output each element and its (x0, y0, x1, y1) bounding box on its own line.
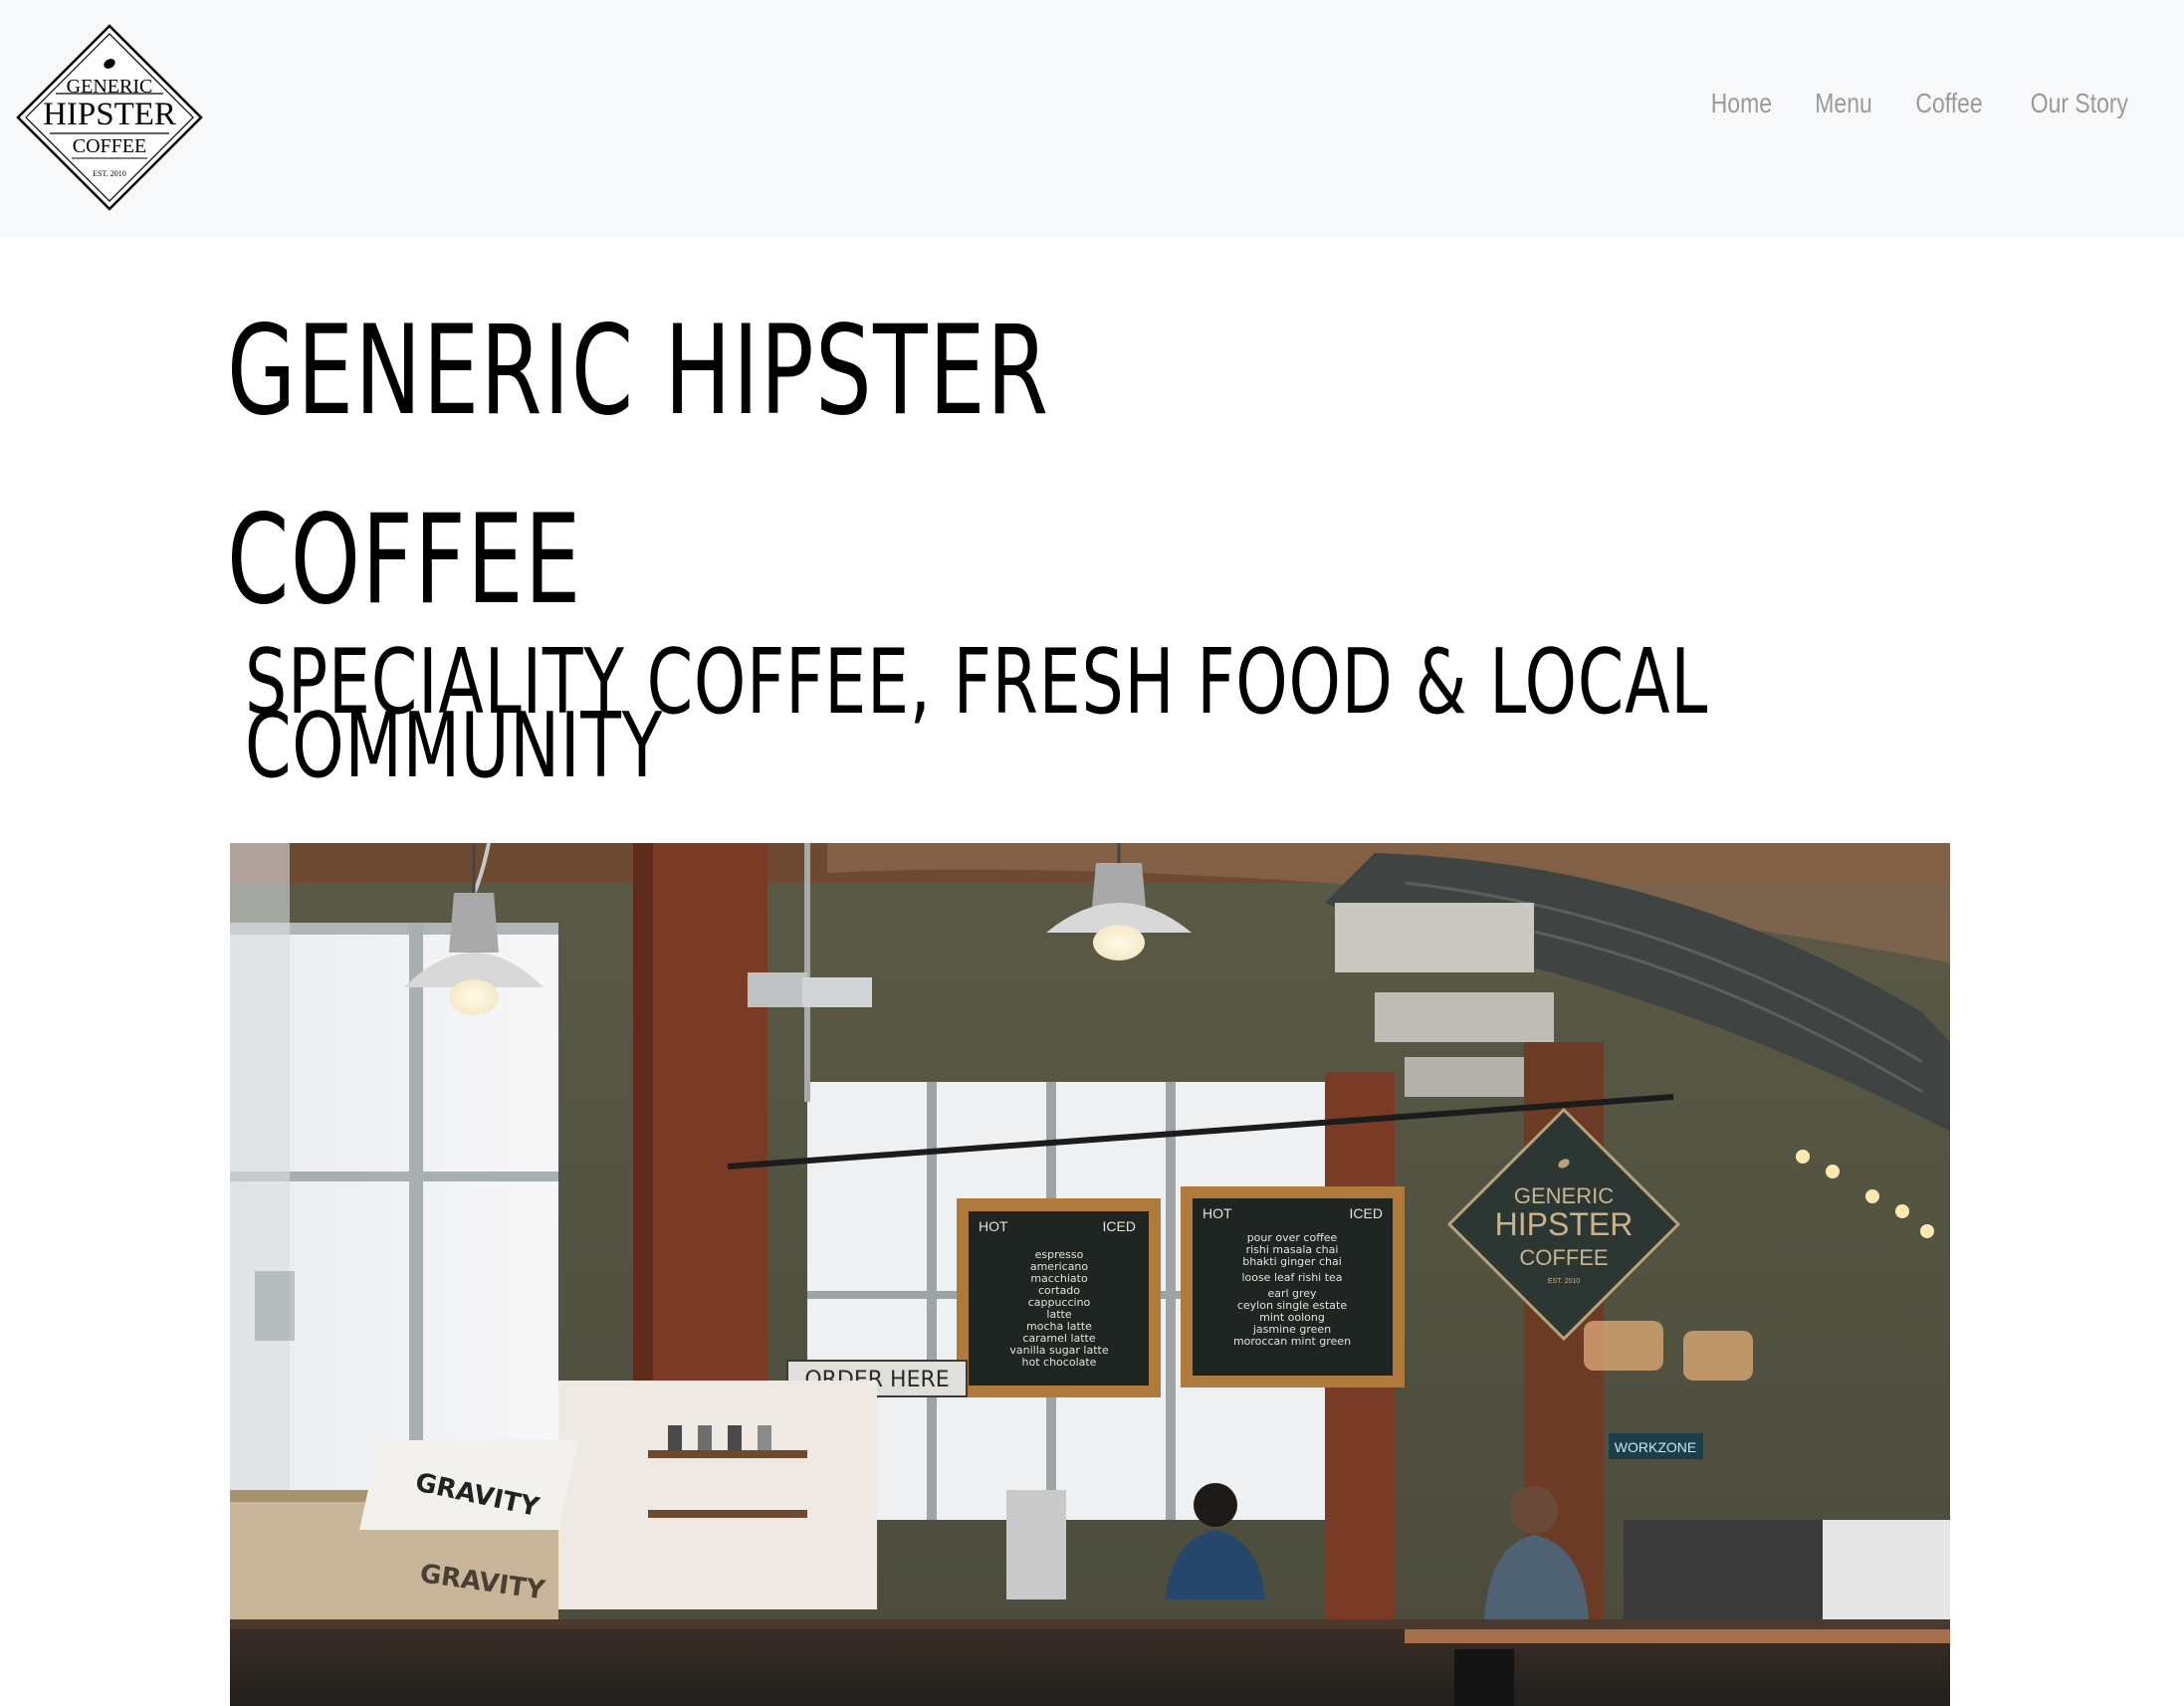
hero-tagline-line-2: COMMUNITY (245, 694, 664, 798)
nav-our-story-link[interactable]: Our Story (2019, 88, 2141, 119)
workzone-sign: WORKZONE (1615, 1439, 1696, 1455)
logo-line-1: GENERIC (67, 76, 153, 98)
menu-right-iced-label: ICED (1350, 1205, 1383, 1221)
logo-line-4: EST. 2010 (93, 169, 126, 178)
menu-right-item: moroccan mint green (1233, 1335, 1351, 1348)
nav-menu-link[interactable]: Menu (1803, 88, 1884, 119)
logo-line-3: COFFEE (73, 135, 146, 157)
hero-title-line-1: GENERIC HIPSTER (227, 300, 1050, 443)
sign-line-1: GENERIC (1514, 1183, 1614, 1208)
menu-right-hot-label: HOT (1202, 1205, 1232, 1221)
menu-right-item: loose leaf rishi tea (1241, 1271, 1342, 1284)
logo-line-2: HIPSTER (43, 97, 176, 132)
hero-tagline: SPECIALITY COFFEE, FRESH FOOD & LOCAL COM… (245, 638, 1708, 791)
menu-right-item: bhakti ginger chai (1242, 1255, 1342, 1268)
cafe-interior-photo: HOT ICED espresso americano macchiato co… (230, 843, 1950, 1706)
menu-left-iced-label: ICED (1103, 1218, 1136, 1234)
brand-logo[interactable]: GENERIC HIPSTER COFFEE EST. 2010 (14, 22, 205, 213)
main-nav: Home Menu Coffee Our Story (1689, 88, 2154, 119)
menu-left-item: hot chocolate (1022, 1356, 1097, 1369)
nav-home-link[interactable]: Home (1699, 88, 1785, 119)
sign-line-2: HIPSTER (1495, 1206, 1634, 1242)
menu-left-hot-label: HOT (979, 1218, 1008, 1234)
sign-line-3: COFFEE (1519, 1245, 1608, 1270)
navbar: GENERIC HIPSTER COFFEE EST. 2010 Home Me… (0, 0, 2184, 238)
hero-title: GENERIC HIPSTER COFFEE (227, 277, 1049, 655)
hero-title-line-2: COFFEE (227, 489, 582, 632)
nav-coffee-link[interactable]: Coffee (1903, 88, 1995, 119)
sign-line-4: EST. 2010 (1548, 1278, 1580, 1285)
